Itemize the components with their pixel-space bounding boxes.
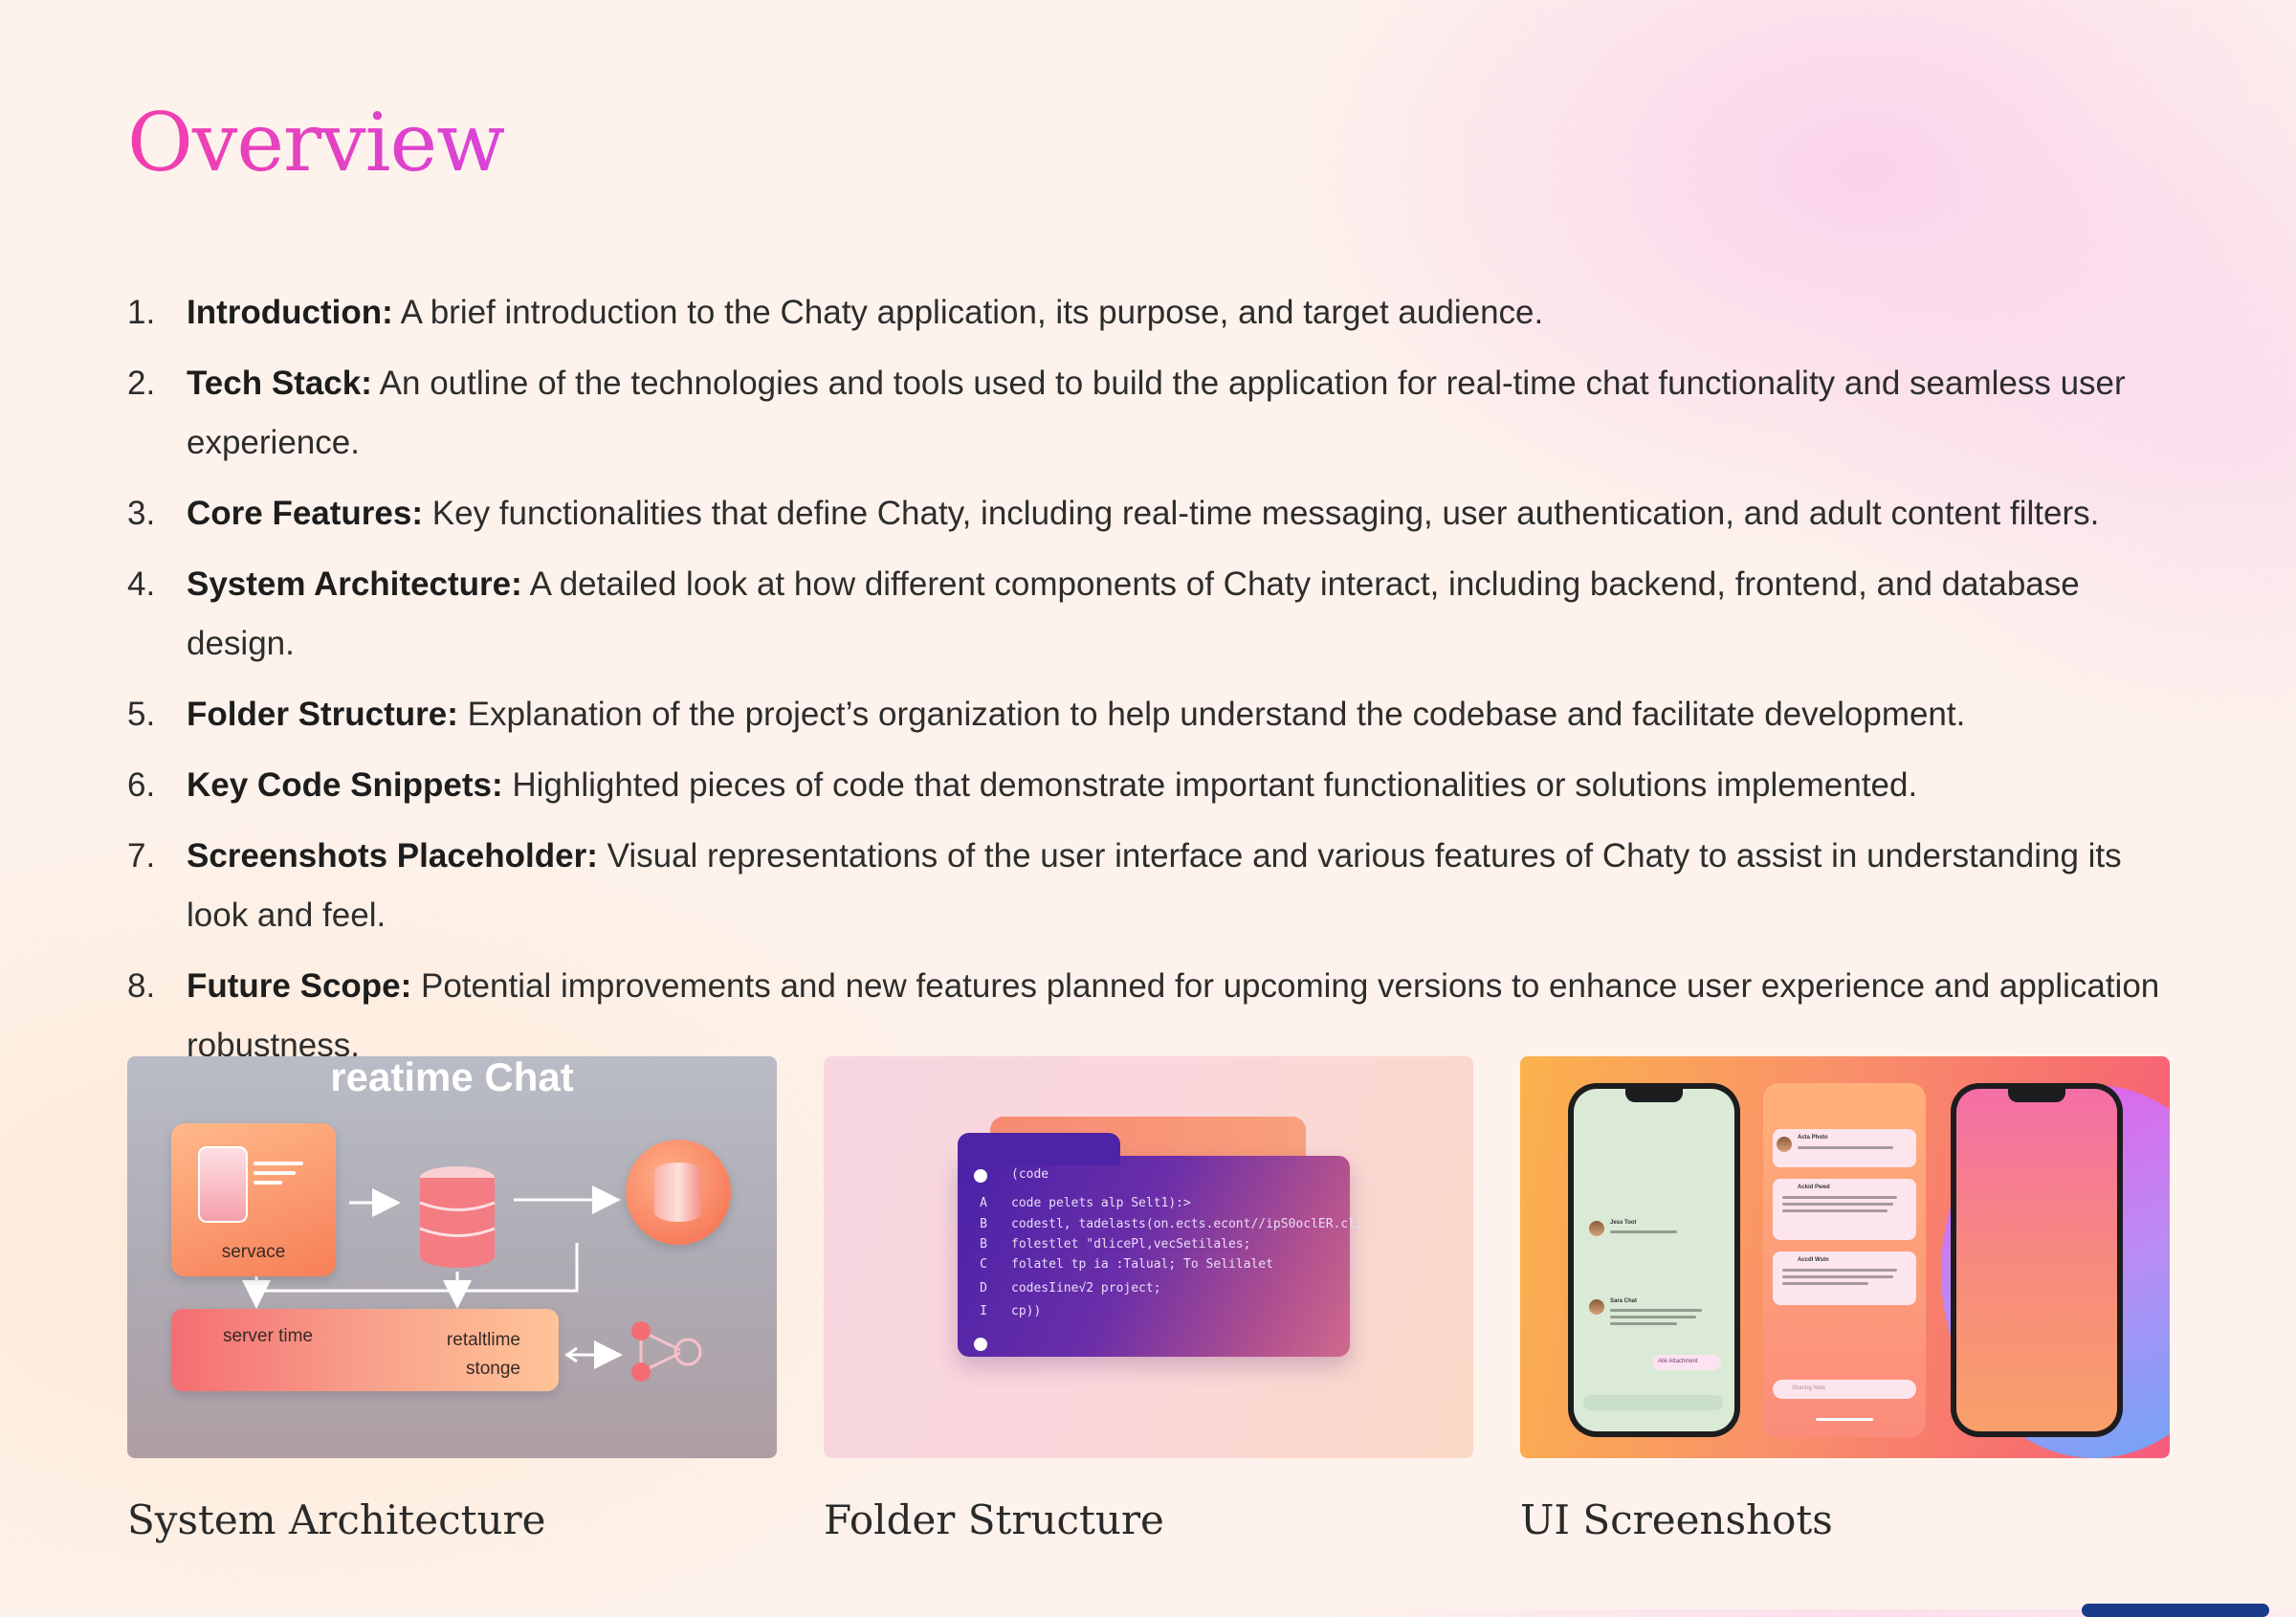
list-item-introduction: 1. Introduction: A brief introduction to … bbox=[127, 283, 2175, 343]
ui-screenshots-image: Jess Tool Sara Chat Alle Attachment Acta… bbox=[1520, 1056, 2170, 1458]
list-number: 3. bbox=[127, 495, 156, 532]
server-label: server time bbox=[223, 1326, 313, 1346]
list-term: Screenshots Placeholder: bbox=[187, 837, 598, 875]
list-description: Key functionalities that define Chaty, i… bbox=[423, 495, 2100, 532]
list-term: Folder Structure: bbox=[187, 696, 458, 733]
list-number: 7. bbox=[127, 837, 156, 875]
list-description: Potential improvements and new features … bbox=[187, 967, 2160, 1064]
list-item-screenshots-placeholder: 7. Screenshots Placeholder: Visual repres… bbox=[127, 827, 2175, 945]
list-item-folder-structure: 5. Folder Structure: Explanation of the p… bbox=[127, 685, 2175, 744]
list-item-key-code-snippets: 6. Key Code Snippets: Highlighted pieces … bbox=[127, 756, 2175, 815]
code-folder-icon: (code Acode pelets alp Selt1):> Bcodestl… bbox=[958, 1133, 1363, 1357]
storage-label: retaltlime stonge bbox=[446, 1330, 520, 1379]
list-number: 4. bbox=[127, 565, 156, 603]
card-ui-screenshots: Jess Tool Sara Chat Alle Attachment Acta… bbox=[1520, 1056, 2170, 1543]
list-item-system-architecture: 4. System Architecture: A detailed look a… bbox=[127, 555, 2175, 674]
phone-mockup-contacts: Acta Photo Ackid Pwed Accdl Wstn Sharing… bbox=[1763, 1083, 1926, 1437]
list-term: Tech Stack: bbox=[187, 365, 372, 402]
card-caption: System Architecture bbox=[127, 1496, 546, 1543]
list-description: A brief introduction to the Chaty applic… bbox=[392, 294, 1544, 331]
phone-mockup-chat: Jess Tool Sara Chat Alle Attachment bbox=[1568, 1083, 1740, 1437]
database-icon bbox=[419, 1166, 496, 1268]
architecture-diagram-image: reatime Chat servace server time retaltl… bbox=[127, 1056, 777, 1458]
storage-orb-icon bbox=[626, 1140, 731, 1245]
list-number: 2. bbox=[127, 365, 156, 402]
avatar bbox=[1589, 1221, 1604, 1236]
card-system-architecture: reatime Chat servace server time retaltl… bbox=[127, 1056, 777, 1543]
list-description: Highlighted pieces of code that demonstr… bbox=[502, 766, 1918, 804]
list-number: 5. bbox=[127, 696, 156, 733]
server-bar: server time retaltlime stonge bbox=[171, 1309, 559, 1391]
list-description: Explanation of the project’s organizatio… bbox=[457, 696, 1966, 733]
list-item-core-features: 3. Core Features: Key functionalities tha… bbox=[127, 484, 2175, 543]
list-term: Future Scope: bbox=[187, 967, 412, 1005]
corner-button-edge bbox=[2082, 1604, 2269, 1617]
avatar bbox=[1777, 1137, 1792, 1152]
phone-mockup-gradient bbox=[1951, 1083, 2123, 1437]
list-term: Key Code Snippets: bbox=[187, 766, 503, 804]
list-number: 1. bbox=[127, 294, 156, 331]
list-term: Core Features: bbox=[187, 495, 424, 532]
list-description: An outline of the technologies and tools… bbox=[187, 365, 2126, 461]
list-number: 8. bbox=[127, 967, 156, 1005]
service-label: servace bbox=[221, 1242, 286, 1262]
avatar bbox=[1589, 1299, 1604, 1315]
overview-list: 1. Introduction: A brief introduction to … bbox=[127, 283, 2175, 1087]
list-term: System Architecture: bbox=[187, 565, 522, 603]
card-caption: UI Screenshots bbox=[1520, 1496, 1833, 1543]
service-box: servace bbox=[171, 1123, 336, 1276]
list-item-tech-stack: 2. Tech Stack: An outline of the technolo… bbox=[127, 354, 2175, 473]
folder-structure-image: (code Acode pelets alp Selt1):> Bcodestl… bbox=[824, 1056, 1473, 1458]
list-term: Introduction: bbox=[187, 294, 393, 331]
list-number: 6. bbox=[127, 766, 156, 804]
card-folder-structure: (code Acode pelets alp Selt1):> Bcodestl… bbox=[824, 1056, 1473, 1543]
page-title: Overview bbox=[127, 96, 505, 189]
card-caption: Folder Structure bbox=[824, 1496, 1164, 1543]
phone-icon bbox=[198, 1146, 248, 1223]
